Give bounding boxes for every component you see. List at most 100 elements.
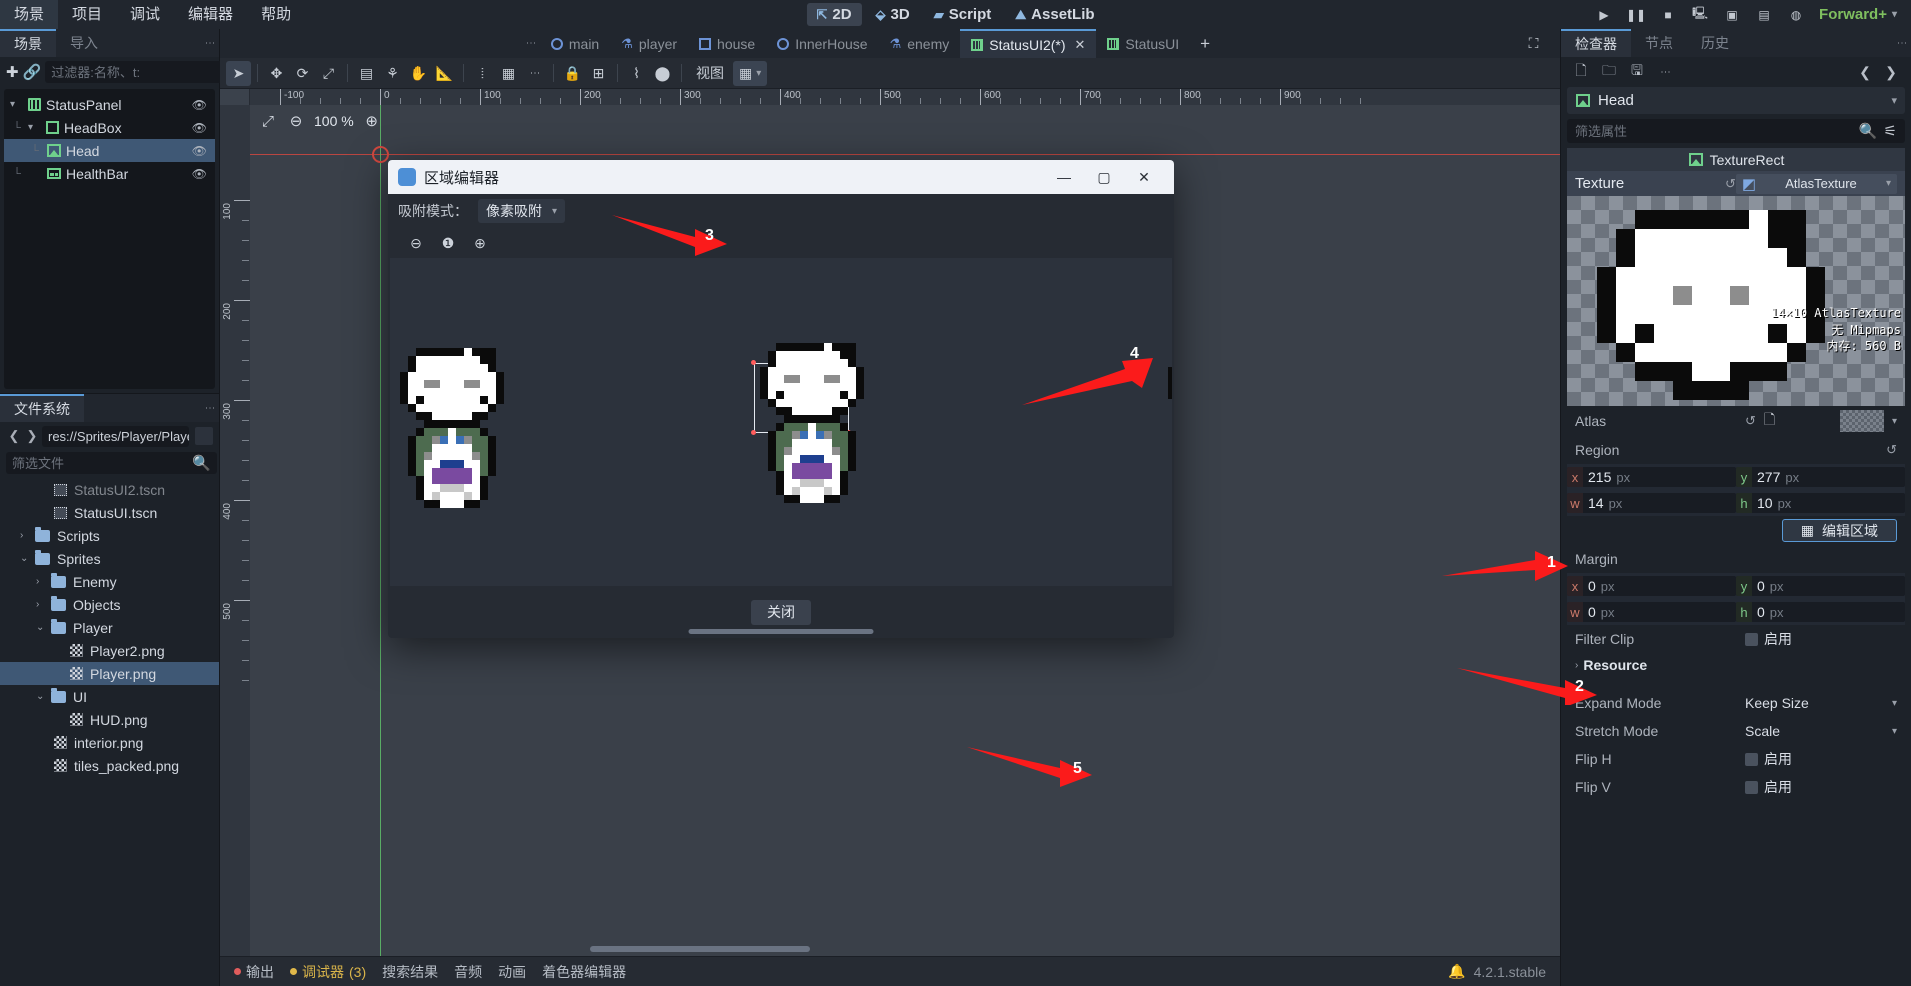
grid-icon[interactable]: ▦ ▾ [733, 60, 768, 86]
bone-icon[interactable]: ⬤ [650, 61, 675, 86]
path-toggle-icon[interactable] [195, 427, 213, 445]
chevron-down-icon[interactable]: ▾ [10, 99, 22, 110]
scene-tabs-menu-icon[interactable]: ⋮ [521, 29, 540, 58]
bottom-tab-debugger[interactable]: 调试器 (3) [290, 962, 366, 982]
minus-icon[interactable]: ⊖ [286, 111, 306, 131]
pause-icon[interactable]: ❚❚ [1621, 3, 1651, 27]
scale-tool-icon[interactable]: ⤢ [316, 61, 341, 86]
menu-editor[interactable]: 编辑器 [174, 0, 247, 29]
inspected-object-row[interactable]: Head ▾ [1567, 87, 1905, 114]
eye-icon[interactable]: 👁 [192, 98, 207, 112]
move-tool-icon[interactable]: ✥ [264, 61, 289, 86]
close-icon[interactable]: ✕ [1124, 160, 1164, 194]
file-tree-item[interactable]: StatusUI.tscn [0, 501, 219, 524]
chevron-down-icon[interactable]: ▾ [28, 122, 40, 133]
filter-icon[interactable]: ⚟ [1884, 122, 1897, 140]
chevron-down-icon[interactable]: ▾ [1891, 94, 1897, 107]
tab-scene[interactable]: 场景 [0, 29, 56, 57]
region-editor-canvas[interactable] [390, 258, 1172, 586]
texture-value-selector[interactable]: ◩ AtlasTexture ▾ [1735, 173, 1897, 194]
file-filter-input[interactable] [12, 455, 188, 471]
expand-mode-dropdown[interactable]: Keep Size ▾ [1745, 695, 1897, 711]
file-tree-item[interactable]: ⌄ Player [0, 616, 219, 639]
scene-tab-innerhouse[interactable]: InnerHouse [766, 29, 878, 58]
chevron-right-icon[interactable]: › [36, 599, 48, 610]
snap-options-icon[interactable]: ⋮ [522, 61, 547, 86]
scene-tab-statusui2[interactable]: StatusUI2(*) ✕ [960, 29, 1097, 58]
skeleton-icon[interactable]: ⌇ [624, 61, 649, 86]
ruler-measure-icon[interactable]: 📐 [432, 61, 457, 86]
close-icon[interactable]: ✕ [1075, 37, 1086, 53]
plus-icon[interactable]: ⊕ [362, 111, 382, 131]
file-tree-item[interactable]: StatusUI2.tscn [0, 478, 219, 501]
minus-icon[interactable]: ⊖ [406, 233, 426, 253]
menu-help[interactable]: 帮助 [247, 0, 305, 29]
lock-icon[interactable]: 🔒 [560, 61, 585, 86]
grid-snap-icon[interactable]: ▦ [496, 61, 521, 86]
property-flip-h[interactable]: Flip H 启用 [1567, 745, 1905, 773]
property-texture[interactable]: Texture ↺ ◩ AtlasTexture ▾ [1567, 171, 1905, 196]
mode-3d-button[interactable]: ⬙ 3D [866, 3, 920, 26]
scene-node-headbox[interactable]: └ ▾ HeadBox 👁 [4, 116, 215, 139]
chevron-down-icon[interactable]: ⌄ [36, 622, 48, 633]
region-y-field[interactable]: y 277 px [1736, 467, 1905, 487]
margin-w-field[interactable]: w 0 px [1567, 602, 1736, 622]
minimize-icon[interactable]: — [1044, 160, 1084, 194]
zoom-fit-icon[interactable]: ⤢ [258, 111, 278, 131]
pan-tool-icon[interactable]: ✋ [406, 61, 431, 86]
chevron-down-icon[interactable]: ⌄ [36, 691, 48, 702]
chevron-left-icon[interactable]: ❮ [1853, 60, 1877, 84]
eye-icon[interactable]: 👁 [192, 121, 207, 135]
eye-icon[interactable]: 👁 [192, 144, 207, 158]
scene-tab-main[interactable]: main [540, 29, 610, 58]
list-select-icon[interactable]: ▤ [354, 61, 379, 86]
property-filter-clip[interactable]: Filter Clip 启用 [1567, 625, 1905, 653]
stretch-mode-dropdown[interactable]: Scale ▾ [1745, 723, 1897, 739]
tab-inspector[interactable]: 检查器 [1561, 29, 1631, 57]
movie-icon[interactable]: ▤ [1749, 3, 1779, 27]
view-menu-button[interactable]: 视图 [688, 61, 732, 86]
snap-rotation-icon[interactable]: ⦙ [470, 61, 495, 86]
revert-icon[interactable]: ↺ [1725, 176, 1736, 192]
property-expand-mode[interactable]: Expand Mode Keep Size ▾ [1567, 689, 1905, 717]
link-icon[interactable]: 🔗 [23, 61, 42, 83]
tab-history[interactable]: 历史 [1687, 29, 1743, 57]
bottom-tab-audio[interactable]: 音频 [454, 962, 482, 982]
bell-icon[interactable]: 🔔 [1448, 963, 1465, 980]
menu-debug[interactable]: 调试 [116, 0, 174, 29]
play-custom-icon[interactable]: ▣ [1717, 3, 1747, 27]
scene-node-head[interactable]: └ Head 👁 [4, 139, 215, 162]
property-stretch-mode[interactable]: Stretch Mode Scale ▾ [1567, 717, 1905, 745]
resource-subsection[interactable]: › Resource [1567, 653, 1905, 677]
eye-icon[interactable]: 👁 [192, 167, 207, 181]
scene-filter-input[interactable] [51, 64, 228, 80]
dialog-hscrollbar[interactable] [688, 629, 874, 634]
menu-scene[interactable]: 场景 [0, 0, 59, 29]
margin-y-field[interactable]: y 0 px [1736, 576, 1905, 596]
dialog-close-button[interactable]: 关闭 [751, 599, 811, 625]
rotate-tool-icon[interactable]: ⟳ [290, 61, 315, 86]
margin-x-field[interactable]: x 0 px [1567, 576, 1736, 596]
remote-debug-icon[interactable]: ◍ [1781, 3, 1811, 27]
flip-h-checkbox[interactable] [1745, 752, 1758, 766]
scene-dock-menu-icon[interactable]: ⋮ [200, 29, 219, 57]
tab-node[interactable]: 节点 [1631, 29, 1687, 57]
region-x-field[interactable]: x 215 px [1567, 467, 1736, 487]
revert-icon[interactable]: ↺ [1886, 442, 1897, 458]
expand-icon[interactable]: ⛶ [1521, 31, 1546, 56]
file-tree-item[interactable]: › Objects [0, 593, 219, 616]
chevron-down-icon[interactable]: ⌄ [20, 553, 32, 564]
quick-load-icon[interactable]: 🗋 [1764, 409, 1775, 433]
play-icon[interactable]: ▶ [1589, 3, 1619, 27]
property-flip-v[interactable]: Flip V 启用 [1567, 773, 1905, 801]
file-tree-item[interactable]: ⌄ UI [0, 685, 219, 708]
inspector-dock-menu-icon[interactable]: ⋮ [1892, 29, 1911, 57]
scene-tab-enemy[interactable]: ⚗ enemy [879, 29, 961, 58]
more-vertical-icon[interactable]: ⋮ [1653, 60, 1677, 84]
file-tree-item[interactable]: interior.png [0, 731, 219, 754]
property-filter-input[interactable] [1575, 123, 1853, 139]
property-atlas[interactable]: Atlas ↺ 🗋 ▾ [1567, 406, 1905, 436]
flip-v-checkbox[interactable] [1745, 780, 1758, 794]
file-tree-item[interactable]: › Enemy [0, 570, 219, 593]
mode-2d-button[interactable]: ⇱ 2D [806, 3, 862, 26]
